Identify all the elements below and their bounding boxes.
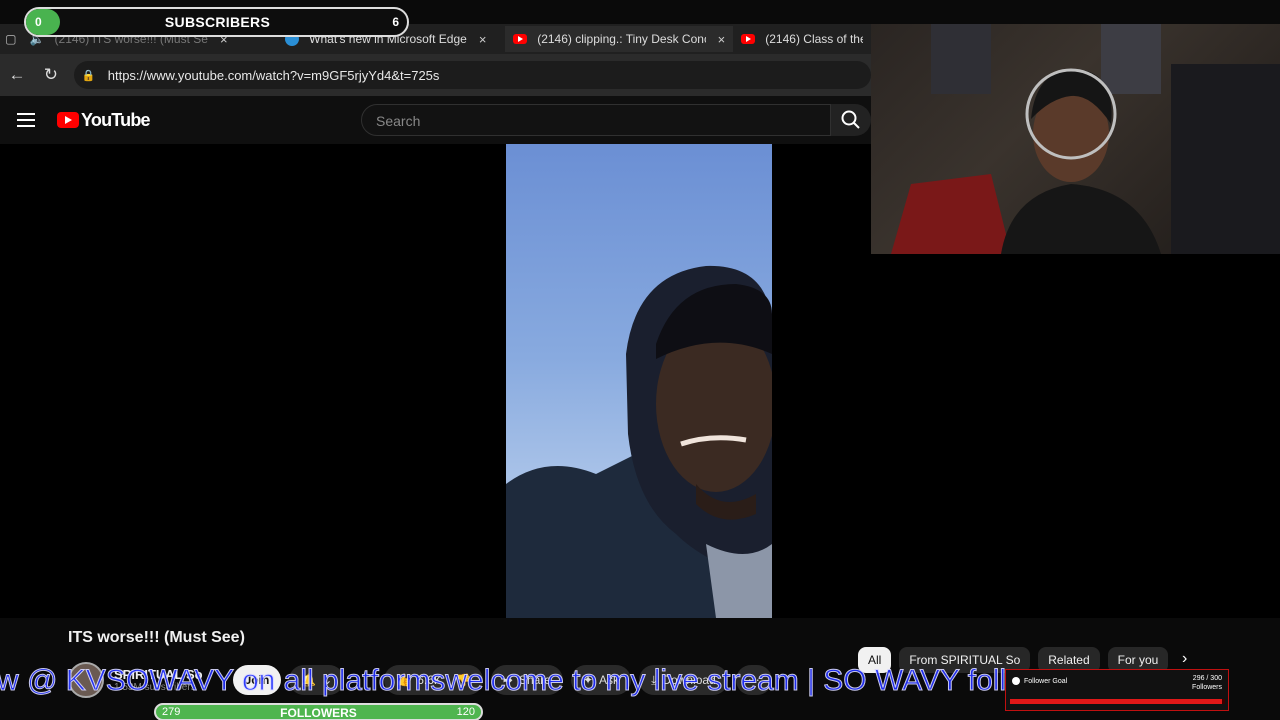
subscribers-goal: 6 [392, 15, 399, 29]
url-text: https://www.youtube.com/watch?v=m9GF5rjy… [107, 67, 440, 83]
address-bar-row: ← ↻ 🔒 https://www.youtube.com/watch?v=m9… [0, 54, 871, 96]
webcam-image [891, 24, 1280, 254]
youtube-logo-text: YouTube [81, 109, 151, 130]
tab-title: (2146) Class of the Ti [765, 32, 863, 46]
followers-goal-bar: FOLLOWERS 279 120 [154, 703, 483, 720]
hamburger-menu-icon[interactable] [17, 113, 35, 127]
tab-class-of-the[interactable]: (2146) Class of the Ti [733, 26, 871, 52]
video-frame[interactable] [506, 144, 772, 618]
search-input[interactable]: Search [361, 104, 831, 136]
webcam-overlay [871, 24, 1280, 254]
address-bar[interactable]: 🔒 https://www.youtube.com/watch?v=m9GF5r… [73, 61, 871, 89]
subscribers-current: 0 [35, 15, 42, 29]
youtube-play-icon [57, 112, 79, 128]
tab-tiny-desk[interactable]: (2146) clipping.: Tiny Desk Conce × [505, 26, 734, 52]
tab-title: (2146) clipping.: Tiny Desk Conce [537, 32, 706, 46]
followers-current: 279 [162, 706, 181, 718]
close-icon[interactable]: × [718, 32, 726, 47]
search-icon [841, 110, 860, 129]
youtube-header: YouTube Search [0, 96, 871, 144]
ticker-text: w @ KVSOWAVY on all platformswelcome to … [0, 664, 1023, 698]
tab-actions-icon[interactable]: ▢ [0, 24, 22, 54]
follower-goal-fill [1010, 699, 1223, 704]
video-title: ITS worse!!! (Must See) [68, 629, 245, 646]
refresh-icon[interactable]: ↻ [34, 65, 68, 85]
video-person-image [506, 265, 772, 618]
subscribers-label: SUBSCRIBERS [164, 14, 271, 30]
youtube-favicon-icon [513, 34, 528, 44]
followers-goal: 120 [456, 706, 475, 718]
stream-screen: ▢ 🔈 (2146) ITS worse!!! (Must Se × What'… [0, 0, 1280, 720]
back-arrow-icon[interactable]: ← [0, 65, 34, 85]
follower-goal-track [1010, 699, 1225, 704]
youtube-logo[interactable]: YouTube [57, 109, 151, 131]
follower-goal-title: Follower Goal [1024, 678, 1068, 685]
close-icon[interactable]: × [479, 32, 487, 47]
heart-icon [1012, 677, 1020, 685]
search-button[interactable] [831, 104, 871, 136]
follower-goal-unit: Followers [1192, 684, 1222, 691]
youtube-favicon-icon [741, 34, 756, 44]
follower-goal-count: 296 / 300 [1192, 675, 1222, 682]
follower-goal-value: 296 / 300 Followers [1192, 674, 1222, 692]
subscribers-goal-bar: SUBSCRIBERS 0 6 [24, 7, 409, 37]
follower-goal-widget: Follower Goal 296 / 300 Followers [1005, 669, 1229, 711]
lock-icon[interactable]: 🔒 [82, 69, 98, 82]
followers-label: FOLLOWERS [280, 706, 357, 720]
